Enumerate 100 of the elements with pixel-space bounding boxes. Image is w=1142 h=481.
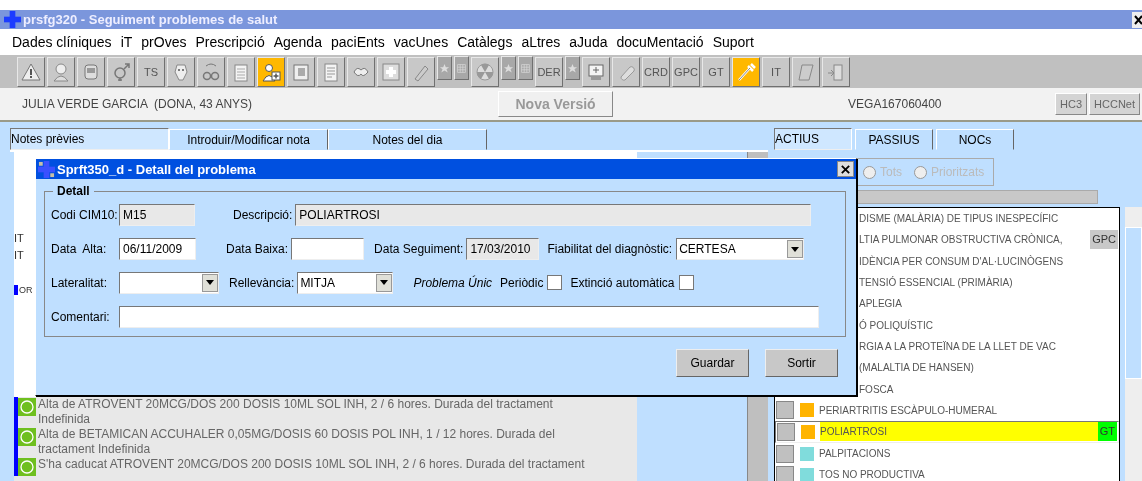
toolbar-button[interactable]: CRD (642, 56, 670, 87)
menu-item[interactable]: Dades clíniques (12, 34, 112, 50)
star-icon (502, 61, 515, 75)
toolbar-button[interactable]: GPC (672, 56, 700, 87)
toolbar-button[interactable]: TS (137, 56, 165, 87)
problem-row[interactable]: PERIARTRITIS ESCÀPULO-HUMERAL (775, 399, 1119, 421)
circle-badge-icon (18, 428, 36, 446)
tab[interactable]: Introduir/Modificar nota (169, 129, 328, 150)
checkbox[interactable] (547, 275, 563, 291)
row-button[interactable] (776, 444, 794, 463)
toolbar-button[interactable] (565, 56, 580, 80)
menu-item[interactable]: aLtres (521, 34, 561, 50)
problem-name: RGIA A LA PROTEÏNA DE LA LLET DE VAC (859, 339, 1057, 354)
cross-icon (4, 11, 21, 28)
input-field[interactable]: M15 (119, 204, 195, 227)
close-icon[interactable] (1132, 11, 1142, 28)
menu-item[interactable]: aJuda (569, 34, 608, 50)
dropdown[interactable]: MITJA (297, 271, 394, 294)
tab[interactable]: NOCs (936, 129, 1014, 150)
dialog-button[interactable]: Sortir (765, 349, 838, 377)
toolbar-button[interactable] (792, 56, 820, 87)
input-field[interactable]: 06/11/2009 (119, 238, 196, 261)
figure-icon (171, 61, 191, 82)
menu-item[interactable]: Suport (712, 34, 754, 50)
problem-row[interactable]: POLIARTROSI GT (775, 420, 1119, 443)
star-icon (438, 61, 451, 75)
problem-name: Ó POLIQUÍSTIC (859, 318, 934, 333)
menu-item[interactable]: Prescripció (195, 34, 265, 50)
toolbar-button[interactable] (518, 56, 533, 80)
toolbar-button[interactable] (107, 56, 135, 87)
toolbar-button[interactable]: DER (535, 56, 563, 87)
row-button[interactable] (777, 422, 795, 441)
toolbar-button[interactable] (501, 56, 516, 80)
toolbar-button[interactable]: IT (762, 56, 790, 87)
toolbar-button[interactable] (257, 56, 285, 87)
patient-code: VEGA167060400 (848, 97, 943, 111)
problem-name: TOS NO PRODUCTIVA (819, 468, 926, 481)
scrollbar[interactable] (1125, 207, 1142, 481)
warning-icon (21, 61, 41, 82)
tab[interactable]: ACTIUS (774, 128, 852, 150)
field-label: Data Alta: (51, 242, 108, 257)
problem-name: FOSCA (859, 382, 895, 397)
tab[interactable]: Notes prèvies (10, 128, 169, 150)
toolbar-button[interactable] (287, 56, 315, 87)
input-field[interactable]: 17/03/2010 (466, 238, 540, 261)
input-field[interactable] (119, 305, 819, 328)
plus-icon (381, 61, 401, 82)
tab[interactable]: PASSIUS (855, 129, 933, 150)
menu-item[interactable]: paciEnts (330, 34, 385, 50)
problem-name: APLEGIA (859, 297, 903, 312)
close-button[interactable] (837, 161, 854, 177)
dropdown[interactable] (119, 271, 219, 294)
toolbar-button[interactable] (197, 56, 225, 87)
menu-item[interactable]: docuMentació (616, 34, 704, 50)
note-fragment: IT (14, 249, 24, 261)
toolbar-button[interactable] (347, 56, 375, 87)
book-icon (796, 61, 816, 82)
input-field[interactable] (291, 238, 365, 261)
toolbar-button[interactable] (732, 56, 760, 87)
syringe-icon (736, 61, 756, 82)
toolbar-button[interactable] (47, 56, 75, 87)
toolbar-button[interactable]: GT (702, 56, 730, 87)
toolbar-button[interactable] (77, 56, 105, 87)
toolbar-button[interactable] (612, 56, 640, 87)
menu-item[interactable]: iT (120, 34, 133, 50)
toolbar-button[interactable] (582, 56, 610, 87)
toolbar-button[interactable] (407, 56, 435, 87)
menu-item[interactable]: Agenda (273, 34, 322, 50)
person-icon (51, 61, 71, 82)
toolbar-button[interactable] (17, 56, 45, 87)
problem-row[interactable]: TOS NO PRODUCTIVA (775, 464, 1119, 481)
toolbar-button[interactable] (377, 56, 405, 87)
menu-item[interactable]: prOves (141, 34, 187, 50)
problem-row[interactable]: PALPITACIONS (775, 442, 1119, 465)
toolbar-button[interactable] (454, 56, 469, 80)
cross-icon (38, 160, 55, 178)
row-button[interactable] (776, 465, 794, 481)
input-field[interactable]: POLIARTROSI (295, 204, 812, 227)
toolbar-button[interactable] (167, 56, 195, 87)
menu-item[interactable]: vacUnes (393, 34, 449, 50)
radio-button[interactable] (863, 165, 876, 179)
problem-badge: GPC (1090, 230, 1118, 250)
toolbar-button[interactable] (227, 56, 255, 87)
dialog-button[interactable]: Guardar (676, 349, 749, 377)
dropdown[interactable]: CERTESA (676, 238, 805, 261)
glasses-icon (201, 61, 221, 82)
row-button[interactable] (776, 401, 794, 420)
tab[interactable]: Notes del dia (328, 129, 487, 150)
checkbox[interactable] (678, 275, 694, 291)
caret-icon (206, 280, 214, 286)
radiation-icon (475, 61, 495, 82)
field-label: Rellevància: (229, 275, 295, 290)
toolbar-button[interactable] (471, 56, 499, 87)
menu-item[interactable]: Catàlegs (457, 34, 513, 50)
toolbar-button[interactable] (437, 56, 452, 80)
toolbar-button[interactable] (317, 56, 345, 87)
dialog-title: Sprft350_d - Detall del problema (57, 161, 256, 177)
radio-button[interactable] (914, 165, 927, 179)
toolbar-button[interactable] (822, 56, 850, 87)
door-icon (826, 61, 846, 82)
